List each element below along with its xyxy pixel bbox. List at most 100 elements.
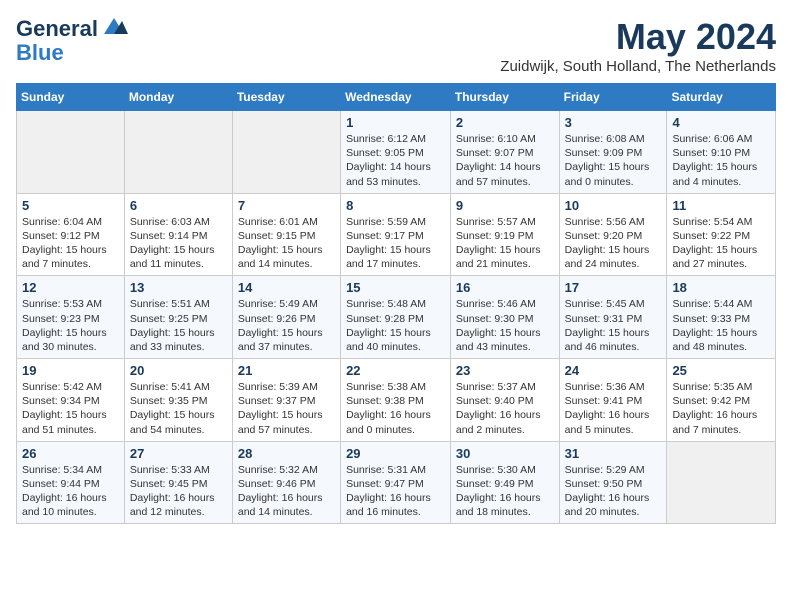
- page-header: General Blue May 2024 Zuidwijk, South Ho…: [16, 16, 776, 75]
- weekday-header-thursday: Thursday: [450, 84, 559, 111]
- day-number: 28: [238, 446, 335, 461]
- day-info: Sunrise: 5:36 AM Sunset: 9:41 PM Dayligh…: [565, 380, 662, 437]
- day-number: 23: [456, 363, 554, 378]
- day-cell: 6 Sunrise: 6:03 AM Sunset: 9:14 PM Daylig…: [124, 193, 232, 276]
- day-info: Sunrise: 5:30 AM Sunset: 9:49 PM Dayligh…: [456, 463, 554, 520]
- day-cell: [17, 111, 125, 194]
- day-cell: 12 Sunrise: 5:53 AM Sunset: 9:23 PM Dayli…: [17, 276, 125, 359]
- day-info: Sunrise: 6:06 AM Sunset: 9:10 PM Dayligh…: [672, 132, 770, 189]
- day-number: 4: [672, 115, 770, 130]
- day-info: Sunrise: 5:32 AM Sunset: 9:46 PM Dayligh…: [238, 463, 335, 520]
- day-cell: 25 Sunrise: 5:35 AM Sunset: 9:42 PM Dayli…: [667, 359, 776, 442]
- day-number: 8: [346, 198, 445, 213]
- day-cell: 28 Sunrise: 5:32 AM Sunset: 9:46 PM Dayli…: [232, 441, 340, 524]
- day-cell: 31 Sunrise: 5:29 AM Sunset: 9:50 PM Dayli…: [559, 441, 667, 524]
- day-number: 27: [130, 446, 227, 461]
- weekday-header-row: SundayMondayTuesdayWednesdayThursdayFrid…: [17, 84, 776, 111]
- day-cell: 2 Sunrise: 6:10 AM Sunset: 9:07 PM Daylig…: [450, 111, 559, 194]
- day-info: Sunrise: 5:34 AM Sunset: 9:44 PM Dayligh…: [22, 463, 119, 520]
- day-info: Sunrise: 5:44 AM Sunset: 9:33 PM Dayligh…: [672, 297, 770, 354]
- logo-icon: [100, 16, 128, 36]
- day-number: 15: [346, 280, 445, 295]
- day-number: 26: [22, 446, 119, 461]
- day-number: 19: [22, 363, 119, 378]
- day-number: 12: [22, 280, 119, 295]
- day-number: 31: [565, 446, 662, 461]
- day-number: 5: [22, 198, 119, 213]
- week-row-1: 1 Sunrise: 6:12 AM Sunset: 9:05 PM Daylig…: [17, 111, 776, 194]
- day-cell: 8 Sunrise: 5:59 AM Sunset: 9:17 PM Daylig…: [341, 193, 451, 276]
- week-row-4: 19 Sunrise: 5:42 AM Sunset: 9:34 PM Dayli…: [17, 359, 776, 442]
- day-number: 2: [456, 115, 554, 130]
- day-number: 30: [456, 446, 554, 461]
- day-info: Sunrise: 5:33 AM Sunset: 9:45 PM Dayligh…: [130, 463, 227, 520]
- week-row-5: 26 Sunrise: 5:34 AM Sunset: 9:44 PM Dayli…: [17, 441, 776, 524]
- day-cell: 9Sunrise: 5:57 AM Sunset: 9:19 PM Daylig…: [450, 193, 559, 276]
- day-info: Sunrise: 5:46 AM Sunset: 9:30 PM Dayligh…: [456, 297, 554, 354]
- day-cell: 14 Sunrise: 5:49 AM Sunset: 9:26 PM Dayli…: [232, 276, 340, 359]
- day-info: Sunrise: 5:35 AM Sunset: 9:42 PM Dayligh…: [672, 380, 770, 437]
- location-subtitle: Zuidwijk, South Holland, The Netherlands: [500, 58, 776, 75]
- day-number: 16: [456, 280, 554, 295]
- day-cell: 11 Sunrise: 5:54 AM Sunset: 9:22 PM Dayli…: [667, 193, 776, 276]
- day-cell: 26 Sunrise: 5:34 AM Sunset: 9:44 PM Dayli…: [17, 441, 125, 524]
- day-number: 18: [672, 280, 770, 295]
- day-info: Sunrise: 5:54 AM Sunset: 9:22 PM Dayligh…: [672, 215, 770, 272]
- week-row-3: 12 Sunrise: 5:53 AM Sunset: 9:23 PM Dayli…: [17, 276, 776, 359]
- day-cell: 27 Sunrise: 5:33 AM Sunset: 9:45 PM Dayli…: [124, 441, 232, 524]
- day-info: Sunrise: 5:51 AM Sunset: 9:25 PM Dayligh…: [130, 297, 227, 354]
- day-cell: 29Sunrise: 5:31 AM Sunset: 9:47 PM Dayli…: [341, 441, 451, 524]
- day-cell: 5 Sunrise: 6:04 AM Sunset: 9:12 PM Daylig…: [17, 193, 125, 276]
- day-cell: 10 Sunrise: 5:56 AM Sunset: 9:20 PM Dayli…: [559, 193, 667, 276]
- day-number: 3: [565, 115, 662, 130]
- day-info: Sunrise: 5:39 AM Sunset: 9:37 PM Dayligh…: [238, 380, 335, 437]
- weekday-header-tuesday: Tuesday: [232, 84, 340, 111]
- day-number: 29: [346, 446, 445, 461]
- day-info: Sunrise: 5:49 AM Sunset: 9:26 PM Dayligh…: [238, 297, 335, 354]
- day-cell: 23 Sunrise: 5:37 AM Sunset: 9:40 PM Dayli…: [450, 359, 559, 442]
- day-number: 14: [238, 280, 335, 295]
- day-number: 17: [565, 280, 662, 295]
- day-number: 13: [130, 280, 227, 295]
- day-info: Sunrise: 5:53 AM Sunset: 9:23 PM Dayligh…: [22, 297, 119, 354]
- day-number: 24: [565, 363, 662, 378]
- day-cell: [232, 111, 340, 194]
- day-info: Sunrise: 6:03 AM Sunset: 9:14 PM Dayligh…: [130, 215, 227, 272]
- day-cell: 16 Sunrise: 5:46 AM Sunset: 9:30 PM Dayli…: [450, 276, 559, 359]
- day-number: 21: [238, 363, 335, 378]
- day-cell: 17Sunrise: 5:45 AM Sunset: 9:31 PM Dayli…: [559, 276, 667, 359]
- day-cell: 22Sunrise: 5:38 AM Sunset: 9:38 PM Dayli…: [341, 359, 451, 442]
- day-cell: [667, 441, 776, 524]
- day-number: 9: [456, 198, 554, 213]
- day-info: Sunrise: 6:04 AM Sunset: 9:12 PM Dayligh…: [22, 215, 119, 272]
- logo-text: General: [16, 16, 128, 41]
- day-info: Sunrise: 5:42 AM Sunset: 9:34 PM Dayligh…: [22, 380, 119, 437]
- day-info: Sunrise: 5:56 AM Sunset: 9:20 PM Dayligh…: [565, 215, 662, 272]
- day-cell: 18 Sunrise: 5:44 AM Sunset: 9:33 PM Dayli…: [667, 276, 776, 359]
- day-info: Sunrise: 5:59 AM Sunset: 9:17 PM Dayligh…: [346, 215, 445, 272]
- day-info: Sunrise: 5:38 AM Sunset: 9:38 PM Dayligh…: [346, 380, 445, 437]
- day-info: Sunrise: 5:37 AM Sunset: 9:40 PM Dayligh…: [456, 380, 554, 437]
- day-info: Sunrise: 6:10 AM Sunset: 9:07 PM Dayligh…: [456, 132, 554, 189]
- calendar-table: SundayMondayTuesdayWednesdayThursdayFrid…: [16, 83, 776, 524]
- day-info: Sunrise: 6:01 AM Sunset: 9:15 PM Dayligh…: [238, 215, 335, 272]
- day-cell: 30 Sunrise: 5:30 AM Sunset: 9:49 PM Dayli…: [450, 441, 559, 524]
- day-number: 10: [565, 198, 662, 213]
- day-cell: 19 Sunrise: 5:42 AM Sunset: 9:34 PM Dayli…: [17, 359, 125, 442]
- logo-text-blue: Blue: [16, 41, 128, 65]
- week-row-2: 5 Sunrise: 6:04 AM Sunset: 9:12 PM Daylig…: [17, 193, 776, 276]
- day-info: Sunrise: 6:12 AM Sunset: 9:05 PM Dayligh…: [346, 132, 445, 189]
- day-info: Sunrise: 5:41 AM Sunset: 9:35 PM Dayligh…: [130, 380, 227, 437]
- day-number: 20: [130, 363, 227, 378]
- day-number: 25: [672, 363, 770, 378]
- day-info: Sunrise: 6:08 AM Sunset: 9:09 PM Dayligh…: [565, 132, 662, 189]
- day-info: Sunrise: 5:29 AM Sunset: 9:50 PM Dayligh…: [565, 463, 662, 520]
- day-number: 6: [130, 198, 227, 213]
- weekday-header-monday: Monday: [124, 84, 232, 111]
- logo: General Blue: [16, 16, 128, 65]
- day-number: 1: [346, 115, 445, 130]
- day-cell: 24 Sunrise: 5:36 AM Sunset: 9:41 PM Dayli…: [559, 359, 667, 442]
- day-number: 11: [672, 198, 770, 213]
- weekday-header-wednesday: Wednesday: [341, 84, 451, 111]
- title-block: May 2024 Zuidwijk, South Holland, The Ne…: [500, 16, 776, 75]
